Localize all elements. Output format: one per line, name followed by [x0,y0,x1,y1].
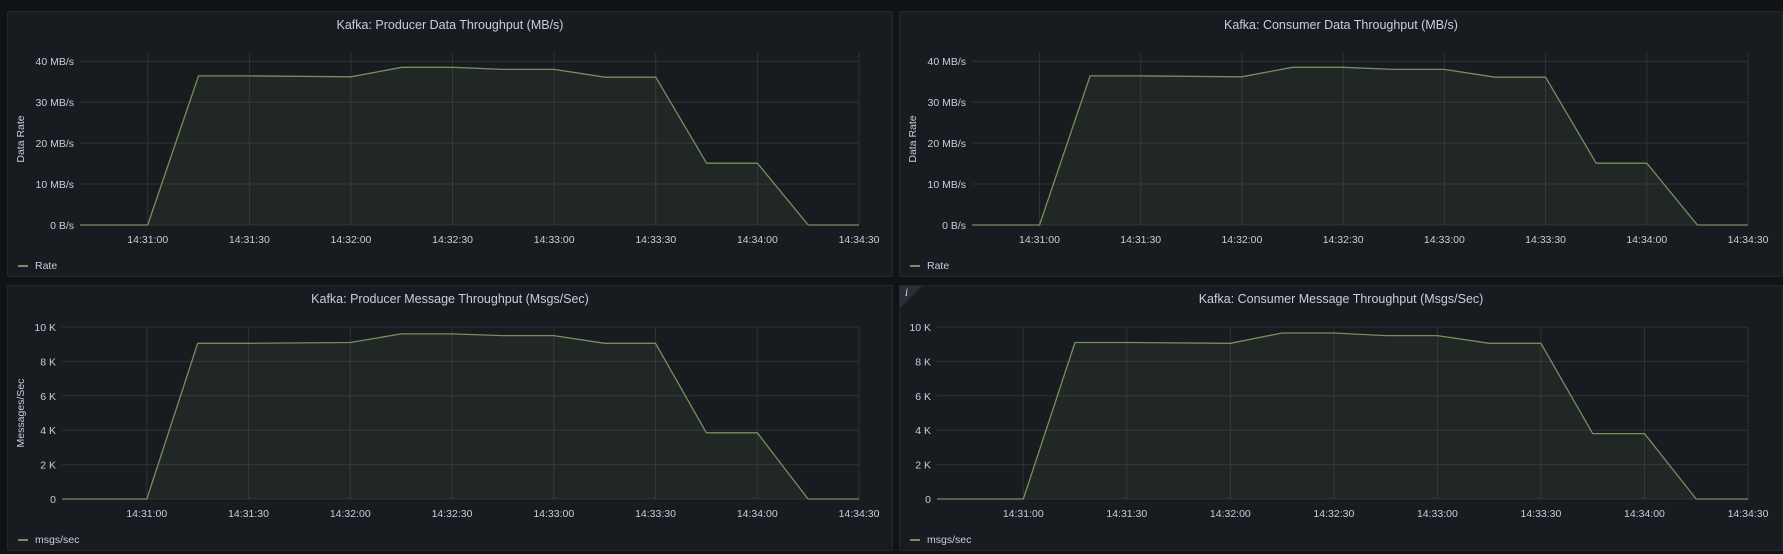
x-tick-label: 14:34:30 [839,508,880,520]
legend[interactable]: msgs/sec [910,534,971,546]
panel-consumer-message-throughput[interactable]: i Kafka: Consumer Message Throughput (Ms… [899,285,1783,551]
x-tick-label: 14:31:00 [1019,234,1060,246]
x-tick-label: 14:33:00 [533,508,574,520]
y-axis-label: Messages/Sec [15,379,27,448]
chart-consumer-message-throughput: 0 2 K 4 K 6 K 8 K 10 K 14:31:00 14:31:30 14:32:0… [909,322,1769,520]
y-tick-label: 20 MB/s [35,138,74,150]
x-tick-label: 14:33:30 [635,234,676,246]
legend-label: msgs/sec [927,534,972,546]
x-tick-label: 14:31:30 [1120,234,1161,246]
x-tick-label: 14:31:00 [127,234,168,246]
chart-producer-message-throughput: 0 2 K 4 K 6 K 8 K 10 K 14:31:00 14:31:30 14:32:0… [15,322,880,520]
legend-label: Rate [35,260,58,272]
x-tick-label: 14:34:30 [1728,508,1769,520]
y-tick-label: 10 K [909,322,931,334]
y-tick-label: 0 B/s [50,220,74,232]
x-tick-label: 14:33:30 [1520,508,1561,520]
x-tick-label: 14:33:00 [1417,508,1458,520]
x-tick-label: 14:34:00 [737,234,778,246]
x-tick-label: 14:32:00 [1210,508,1251,520]
legend-label: msgs/sec [35,534,80,546]
series-area [62,333,859,499]
y-tick-label: 10 K [34,322,56,334]
y-tick-label: 20 MB/s [927,138,966,150]
x-tick-label: 14:33:30 [1525,234,1566,246]
x-tick-label: 14:31:00 [1003,508,1044,520]
y-axis-label: Data Rate [907,115,919,162]
legend[interactable]: Rate [910,260,949,272]
x-tick-label: 14:33:00 [534,234,575,246]
x-tick-label: 14:32:00 [1221,234,1262,246]
y-tick-label: 30 MB/s [927,97,966,109]
x-tick-label: 14:31:30 [229,234,270,246]
panel-producer-message-throughput[interactable]: Kafka: Producer Message Throughput (Msgs… [7,285,893,551]
y-tick-label: 8 K [915,356,931,368]
legend[interactable]: Rate [18,260,57,272]
chart-producer-data-throughput: 0 B/s 10 MB/s 20 MB/s 30 MB/s 40 MB/s 14:31:0… [15,53,880,246]
y-tick-label: 2 K [915,460,931,472]
series-area [80,67,859,225]
x-tick-label: 14:32:30 [1313,508,1354,520]
panel-consumer-data-throughput[interactable]: Kafka: Consumer Data Throughput (MB/s) 0… [899,11,1783,277]
x-tick-label: 14:32:00 [330,508,371,520]
y-tick-label: 6 K [915,391,931,403]
y-tick-label: 10 MB/s [35,179,74,191]
series-area [972,67,1748,225]
x-tick-label: 14:31:30 [1106,508,1147,520]
legend-swatch [910,265,920,267]
x-tick-label: 14:31:30 [228,508,269,520]
y-tick-label: 30 MB/s [35,97,74,109]
x-tick-label: 14:33:30 [635,508,676,520]
x-tick-label: 14:31:00 [126,508,167,520]
y-tick-label: 6 K [40,391,56,403]
legend-label: Rate [927,260,950,272]
x-tick-label: 14:34:30 [1728,234,1769,246]
y-tick-label: 40 MB/s [927,56,966,68]
y-tick-label: 0 [925,494,931,506]
x-tick-label: 14:34:00 [1626,234,1667,246]
y-tick-label: 0 B/s [942,220,966,232]
x-tick-label: 14:34:00 [1624,508,1665,520]
y-tick-label: 4 K [915,425,931,437]
x-tick-label: 14:32:30 [1323,234,1364,246]
legend-swatch [18,265,28,267]
x-tick-label: 14:34:00 [737,508,778,520]
legend[interactable]: msgs/sec [18,534,79,546]
x-tick-label: 14:32:00 [331,234,372,246]
y-tick-label: 8 K [40,356,56,368]
y-axis-label: Data Rate [15,115,27,162]
series-area [937,333,1748,499]
y-tick-label: 10 MB/s [927,179,966,191]
x-tick-label: 14:32:30 [432,508,473,520]
x-tick-label: 14:32:30 [432,234,473,246]
y-tick-label: 4 K [40,425,56,437]
legend-swatch [910,539,920,541]
y-tick-label: 0 [50,494,56,506]
chart-consumer-data-throughput: 0 B/s 10 MB/s 20 MB/s 30 MB/s 40 MB/s 14:31:0… [907,53,1769,246]
y-tick-label: 2 K [40,460,56,472]
x-tick-label: 14:33:00 [1424,234,1465,246]
panel-producer-data-throughput[interactable]: Kafka: Producer Data Throughput (MB/s) 0… [7,11,893,277]
legend-swatch [18,539,28,541]
x-tick-label: 14:34:30 [839,234,880,246]
y-tick-label: 40 MB/s [35,56,74,68]
